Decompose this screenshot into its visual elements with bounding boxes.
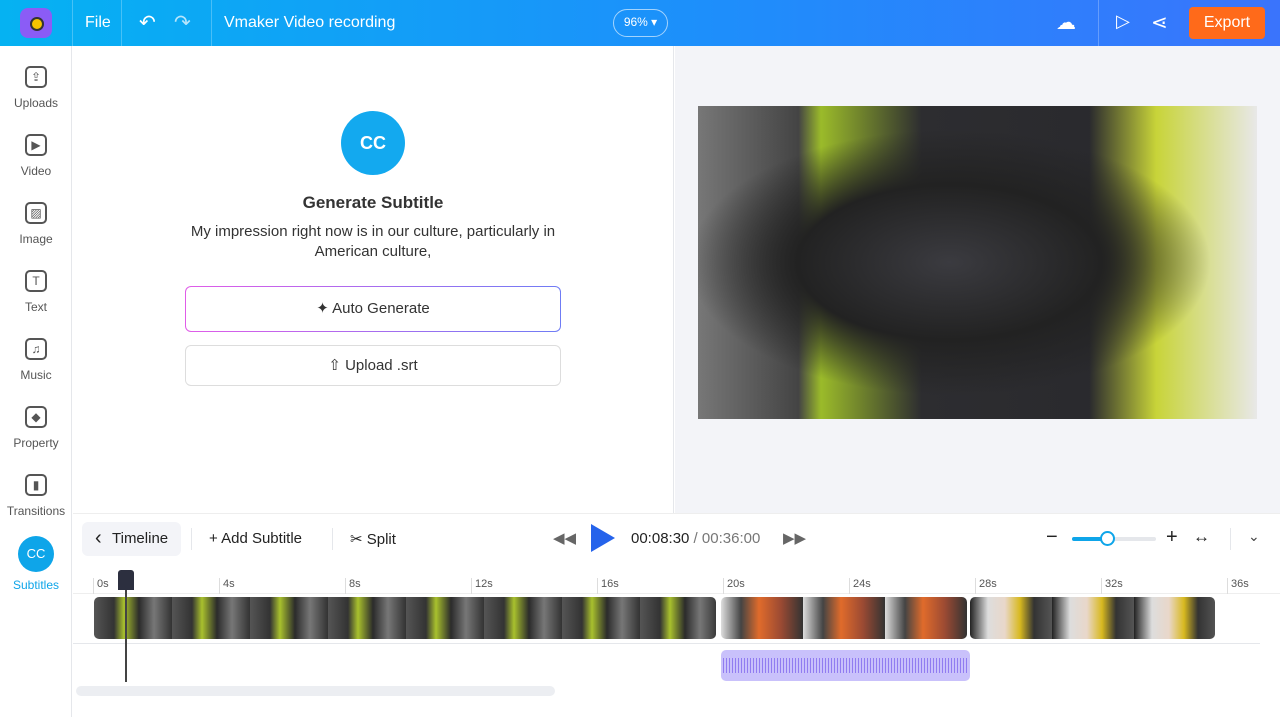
- sidebar-item-label: Music: [20, 368, 52, 382]
- play-button[interactable]: [591, 524, 615, 552]
- sidebar: ⇪ Uploads ▶ Video ▨ Image T Text ♫ Music ◆ Property…: [0, 46, 72, 717]
- uploads-icon: ⇪: [25, 66, 47, 88]
- horizontal-scrollbar[interactable]: [76, 686, 555, 696]
- playhead-handle[interactable]: [117, 570, 134, 590]
- sidebar-item-label: Video: [20, 164, 52, 178]
- time-separator: /: [689, 530, 702, 547]
- rewind-icon[interactable]: ◀◀: [553, 529, 576, 547]
- split-button[interactable]: ✂ Split: [350, 530, 396, 548]
- timeline-zoom-slider[interactable]: [1072, 531, 1156, 546]
- image-icon: ▨: [25, 202, 47, 224]
- track-divider: [73, 643, 1260, 644]
- slider-knob[interactable]: [1100, 531, 1116, 546]
- sidebar-item-label: Uploads: [13, 96, 59, 110]
- zoom-out-icon[interactable]: −: [1046, 526, 1058, 549]
- total-time: 00:36:00: [701, 530, 761, 547]
- divider: [191, 528, 192, 550]
- sidebar-item-property[interactable]: ◆ Property: [0, 406, 72, 450]
- divider: [72, 0, 73, 46]
- sidebar-item-subtitles[interactable]: CC Subtitles: [0, 536, 72, 592]
- sidebar-item-transitions[interactable]: ▮ Transitions: [0, 474, 72, 518]
- property-icon: ◆: [25, 406, 47, 428]
- current-time: 00:08:30: [631, 530, 690, 547]
- tick-label: 32s: [1101, 578, 1123, 594]
- chevron-down-icon[interactable]: ⌄: [1248, 528, 1260, 545]
- divider: [121, 0, 122, 46]
- share-icon[interactable]: ⋖: [1151, 10, 1168, 35]
- time-display: 00:08:30 / 00:36:00: [631, 530, 760, 547]
- divider: [1230, 528, 1231, 550]
- subtitles-icon: CC: [18, 536, 54, 572]
- timeline-toolbar: Timeline + Add Subtitle ✂ Split ◀◀ 00:08…: [73, 513, 1280, 563]
- fit-width-icon[interactable]: ↔: [1193, 527, 1210, 547]
- sidebar-item-label: Image: [19, 232, 53, 246]
- transitions-icon: ▮: [25, 474, 47, 496]
- playhead-line: [124, 588, 127, 682]
- sidebar-item-text[interactable]: T Text: [0, 270, 72, 314]
- video-clip[interactable]: [720, 597, 967, 639]
- fast-forward-icon[interactable]: ▶▶: [783, 529, 806, 547]
- add-subtitle-button[interactable]: + Add Subtitle: [209, 530, 302, 547]
- file-menu[interactable]: File: [85, 14, 111, 32]
- sidebar-item-label: Subtitles: [12, 578, 60, 592]
- app-logo[interactable]: [20, 8, 52, 38]
- sidebar-item-uploads[interactable]: ⇪ Uploads: [0, 66, 72, 110]
- tick-label: 20s: [723, 578, 745, 594]
- tick-label: 16s: [597, 578, 619, 594]
- tick-label: 36s: [1227, 578, 1249, 594]
- export-button[interactable]: Export: [1189, 7, 1265, 39]
- video-preview[interactable]: [698, 106, 1257, 419]
- project-title[interactable]: Vmaker Video recording: [224, 14, 395, 32]
- zoom-dropdown[interactable]: 96% ▾: [613, 9, 668, 37]
- divider: [332, 528, 333, 550]
- tick-label: 28s: [975, 578, 997, 594]
- zoom-in-icon[interactable]: +: [1166, 526, 1178, 549]
- top-bar: File ↶ ↷ Vmaker Video recording 96% ▾ ☁ …: [0, 0, 1280, 46]
- auto-generate-button[interactable]: ✦ Auto Generate: [185, 286, 561, 332]
- redo-icon[interactable]: ↷: [174, 10, 191, 35]
- sidebar-item-label: Text: [24, 300, 47, 314]
- divider: [1098, 0, 1099, 46]
- divider: [211, 0, 212, 46]
- timeline-toggle-button[interactable]: Timeline: [82, 521, 181, 556]
- video-clip[interactable]: [94, 597, 717, 639]
- undo-icon[interactable]: ↶: [139, 10, 156, 35]
- audio-clip[interactable]: [720, 650, 970, 681]
- transcript-preview: My impression right now is in our cultur…: [190, 223, 556, 260]
- cc-icon: CC: [341, 111, 405, 175]
- tick-label: 0s: [93, 578, 109, 594]
- tick-label: 4s: [219, 578, 235, 594]
- tick-label: 12s: [471, 578, 493, 594]
- video-clip[interactable]: [969, 597, 1216, 639]
- time-ruler[interactable]: 0s 4s 8s 12s 16s 20s 24s 28s 32s 36s: [73, 570, 1280, 594]
- video-icon: ▶: [25, 134, 47, 156]
- upload-srt-button[interactable]: ⇧ Upload .srt: [185, 345, 561, 386]
- subtitle-panel: CC Generate Subtitle My impression right…: [73, 46, 674, 513]
- sidebar-item-label: Property: [13, 436, 59, 450]
- preview-play-icon[interactable]: ▷: [1116, 11, 1130, 32]
- sidebar-item-image[interactable]: ▨ Image: [0, 202, 72, 246]
- sidebar-item-label: Transitions: [6, 504, 66, 518]
- tick-label: 8s: [345, 578, 361, 594]
- text-icon: T: [25, 270, 47, 292]
- music-icon: ♫: [25, 338, 47, 360]
- tick-label: 24s: [849, 578, 871, 594]
- cloud-save-icon[interactable]: ☁: [1056, 10, 1076, 35]
- panel-title: Generate Subtitle: [302, 193, 444, 212]
- sidebar-item-music[interactable]: ♫ Music: [0, 338, 72, 382]
- preview-area: [675, 46, 1280, 513]
- sidebar-item-video[interactable]: ▶ Video: [0, 134, 72, 178]
